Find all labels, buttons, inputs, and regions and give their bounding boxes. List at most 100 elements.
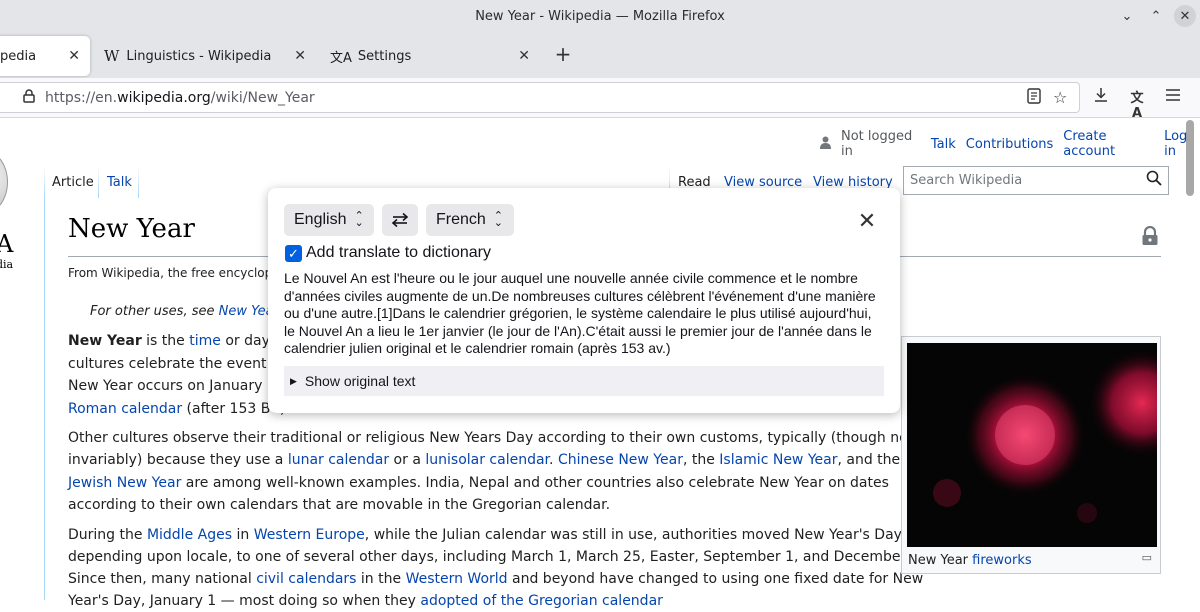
maximize-icon[interactable]: ⌃ (1145, 5, 1167, 27)
western-europe-link[interactable]: Western Europe (254, 527, 365, 543)
article-line: New Year is the time or day at (68, 330, 288, 352)
lunar-calendar-link[interactable]: lunar calendar (288, 452, 389, 468)
new-tab-button[interactable]: + (552, 42, 574, 66)
hatnote: For other uses, see New Year (90, 304, 279, 319)
tab-separator (44, 166, 45, 198)
search-icon[interactable] (1146, 170, 1162, 191)
middle-ages-link[interactable]: Middle Ages (147, 527, 232, 543)
text: and beyond have changed to using one fix… (507, 571, 924, 587)
wikipedia-tagline: dia (0, 258, 14, 271)
lock-icon[interactable] (23, 88, 35, 107)
fireworks-link[interactable]: fireworks (972, 553, 1031, 568)
show-original-toggle[interactable]: ▶ Show original text (284, 366, 884, 396)
close-tab-icon[interactable]: ✕ (518, 48, 530, 64)
translate-toolbar-icon[interactable]: 文A (1127, 87, 1147, 121)
article-line: Since then, many national civil calendar… (68, 568, 923, 590)
page-title: New Year (68, 214, 195, 244)
bookmark-star-icon[interactable]: ☆ (1053, 88, 1067, 107)
western-world-link[interactable]: Western World (406, 571, 508, 587)
talk-link[interactable]: Talk (931, 137, 956, 152)
article-line: During the Middle Ages in Western Europe… (68, 524, 906, 546)
wikipedia-globe-logo[interactable] (0, 150, 8, 214)
source-language-label: English (294, 211, 347, 228)
source-language-select[interactable]: English ⌃ ⌄ (284, 204, 374, 236)
fireworks-image[interactable] (907, 343, 1157, 547)
log-in-link[interactable]: Log in (1164, 129, 1200, 159)
text: is the (141, 333, 190, 349)
bold-term: New Year (68, 333, 142, 349)
roman-calendar-link[interactable]: Roman calendar (68, 401, 182, 417)
text: are among well-known examples. India, Ne… (181, 475, 889, 491)
islamic-new-year-link[interactable]: Islamic New Year (719, 452, 837, 468)
tab-label: pedia (0, 48, 37, 64)
create-account-link[interactable]: Create account (1063, 129, 1154, 159)
url-bar[interactable]: https://en. wikipedia.org/wiki/New_Year ☆ (0, 82, 1080, 113)
hatnote-text: For other uses, see (90, 304, 219, 319)
reader-view-icon[interactable] (1027, 87, 1041, 108)
text: Since then, many national (68, 571, 257, 587)
tab-bar: pedia ✕ W Linguistics - Wikipedia ✕ 文A S… (0, 32, 1200, 78)
article-line: depending upon locale, to one of several… (68, 549, 933, 565)
gregorian-calendar-link[interactable]: adopted of the Gregorian calendar (420, 593, 663, 609)
swap-languages-button[interactable] (382, 204, 418, 236)
show-original-label: Show original text (304, 373, 416, 389)
close-tab-icon[interactable]: ✕ (294, 48, 306, 64)
add-to-dictionary-label[interactable]: Add translate to dictionary (306, 244, 491, 262)
contributions-link[interactable]: Contributions (966, 137, 1054, 152)
text: in (232, 527, 254, 543)
text: , while the Julian calendar was still in… (364, 527, 907, 543)
wikipedia-favicon-icon: W (104, 47, 120, 65)
article-line: Year's Day, January 1 — most doing so wh… (68, 590, 663, 612)
enlarge-icon[interactable]: ▭ (1142, 551, 1152, 564)
target-language-select[interactable]: French ⌃ ⌄ (426, 204, 514, 236)
time-link[interactable]: time (189, 333, 221, 349)
jewish-new-year-link[interactable]: Jewish New Year (68, 475, 181, 491)
wiki-search-input[interactable]: Search Wikipedia (903, 166, 1169, 195)
protection-lock-icon[interactable] (1141, 225, 1159, 246)
chinese-new-year-link[interactable]: Chinese New Year (558, 452, 683, 468)
article-line: Jewish New Year are among well-known exa… (68, 472, 889, 494)
site-subtitle: From Wikipedia, the free encyclop (68, 266, 273, 280)
caption-text: New Year (908, 553, 973, 568)
text: Year's Day, January 1 — most doing so wh… (68, 593, 421, 609)
close-popup-icon[interactable]: ✕ (856, 208, 878, 234)
image-caption: New Year fireworks (908, 553, 1032, 568)
article-line: cultures celebrate the event in (68, 356, 284, 372)
add-to-dictionary-checkbox[interactable]: ✓ (285, 245, 302, 262)
article-line: invariably) because they use a lunar cal… (68, 449, 900, 471)
infobox: New Year fireworks ▭ (901, 336, 1161, 574)
updown-chevron-icon: ⌃ ⌄ (354, 210, 364, 229)
url-path: /wiki/New_Year (210, 89, 315, 106)
civil-calendars-link[interactable]: civil calendars (256, 571, 356, 587)
tab-separator (98, 166, 99, 198)
text: in the (356, 571, 406, 587)
close-window-icon[interactable]: ✕ (1174, 5, 1196, 27)
tab-talk[interactable]: Talk (107, 175, 132, 190)
downloads-icon[interactable] (1091, 87, 1111, 107)
tab-separator (138, 166, 139, 198)
navigation-bar: https://en. wikipedia.org/wiki/New_Year ☆ (0, 78, 1200, 118)
wikipedia-wordmark: A (0, 230, 14, 258)
text: . (549, 452, 558, 468)
article-line: Other cultures observe their traditional… (68, 430, 914, 446)
url-prefix: https://en. (45, 89, 118, 106)
tab-article[interactable]: Article (52, 175, 94, 190)
not-logged-in-text: Not logged in (841, 129, 913, 159)
article-line: Roman calendar (after 153 BC). (68, 398, 290, 420)
text: , and the (837, 452, 901, 468)
lunisolar-calendar-link[interactable]: lunisolar calendar (425, 452, 549, 468)
article-line: New Year occurs on January 1 ( (68, 378, 286, 394)
tab-new-year[interactable]: pedia ✕ (0, 36, 90, 76)
minimize-icon[interactable]: ⌄ (1116, 5, 1138, 27)
translation-popup: English ⌃ ⌄ French ⌃ ⌄ ✕ ✓ Add translate t… (268, 188, 900, 413)
close-tab-icon[interactable]: ✕ (68, 48, 80, 64)
menu-icon[interactable] (1163, 87, 1183, 106)
text: During the (68, 527, 147, 543)
text: , the (682, 452, 720, 468)
tab-settings[interactable]: 文A Settings ✕ (320, 36, 540, 76)
article-line: according to their own calendars that ar… (68, 497, 611, 513)
text: or a (389, 452, 426, 468)
window-title: New Year - Wikipedia — Mozilla Firefox (475, 8, 725, 24)
tab-linguistics[interactable]: W Linguistics - Wikipedia ✕ (94, 36, 316, 76)
text: invariably) because they use a (68, 452, 288, 468)
